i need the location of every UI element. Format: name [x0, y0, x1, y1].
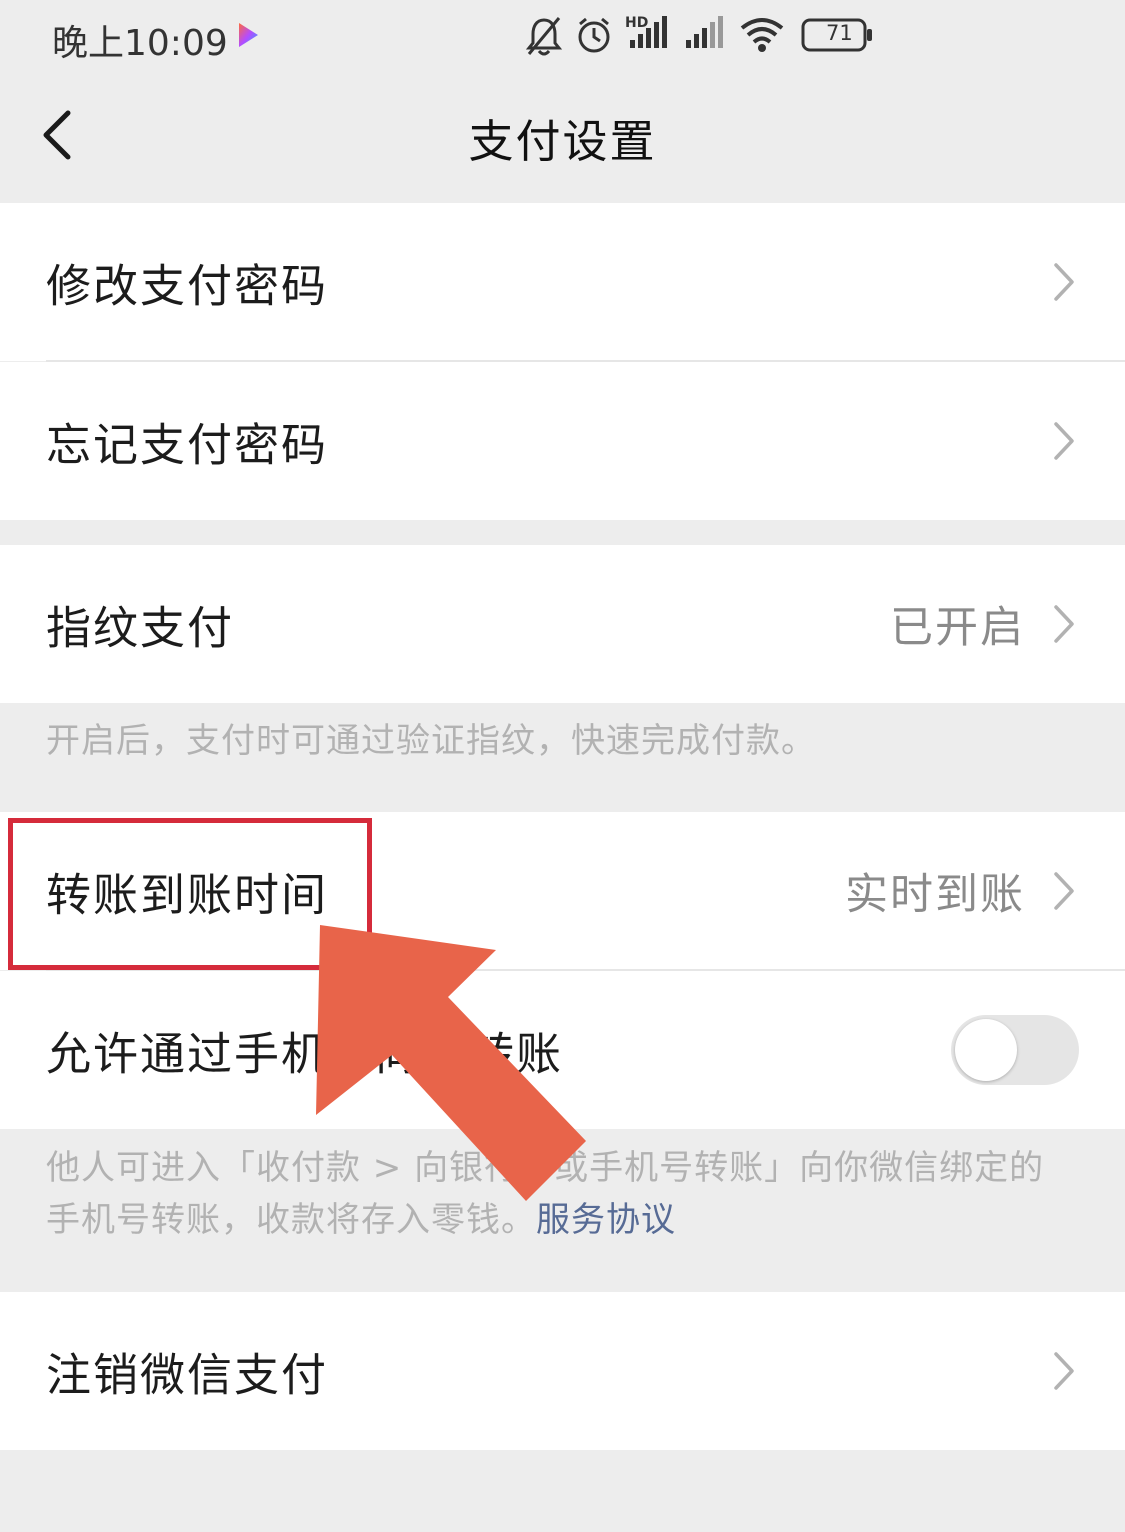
deactivate-wechat-pay-cell[interactable]: 注销微信支付 — [0, 1292, 1125, 1450]
fingerprint-pay-cell[interactable]: 指纹支付 已开启 — [0, 545, 1125, 703]
toggle-knob — [955, 1019, 1017, 1081]
chevron-right-icon — [1054, 605, 1074, 643]
change-password-cell[interactable]: 修改支付密码 — [0, 203, 1125, 361]
chevron-right-icon — [1054, 422, 1074, 460]
status-bar: 晚上10:09 HD 71 — [0, 0, 1125, 75]
chevron-right-icon — [1054, 872, 1074, 910]
chevron-right-icon — [1054, 1352, 1074, 1390]
forgot-password-label: 忘记支付密码 — [46, 418, 329, 472]
annotation-arrow-icon — [316, 925, 586, 1201]
fingerprint-pay-label: 指纹支付 — [46, 601, 235, 655]
phone-transfer-toggle[interactable] — [951, 1015, 1079, 1085]
mute-bell-icon — [525, 17, 563, 56]
fingerprint-pay-status: 已开启 — [890, 603, 1025, 653]
alarm-icon — [578, 17, 610, 53]
wifi-icon — [740, 18, 784, 52]
hd-signal-icon: HD — [625, 15, 667, 48]
forgot-password-cell[interactable]: 忘记支付密码 — [0, 362, 1125, 520]
fingerprint-description: 开启后，支付时可通过验证指纹，快速完成付款。 — [46, 721, 816, 761]
chevron-right-icon — [1054, 263, 1074, 301]
navbar: 支付设置 — [0, 75, 1125, 202]
battery-level: 71 — [826, 21, 853, 45]
play-badge-icon — [234, 20, 262, 54]
svg-text:HD: HD — [625, 15, 648, 31]
status-time: 晚上10:09 — [52, 23, 228, 64]
page-title: 支付设置 — [468, 115, 657, 168]
signal-icon — [686, 16, 723, 48]
deactivate-wechat-pay-label: 注销微信支付 — [46, 1348, 329, 1402]
status-icons: HD 71 — [520, 10, 880, 62]
transfer-arrival-time-value: 实时到账 — [845, 870, 1025, 920]
change-password-label: 修改支付密码 — [46, 259, 329, 313]
